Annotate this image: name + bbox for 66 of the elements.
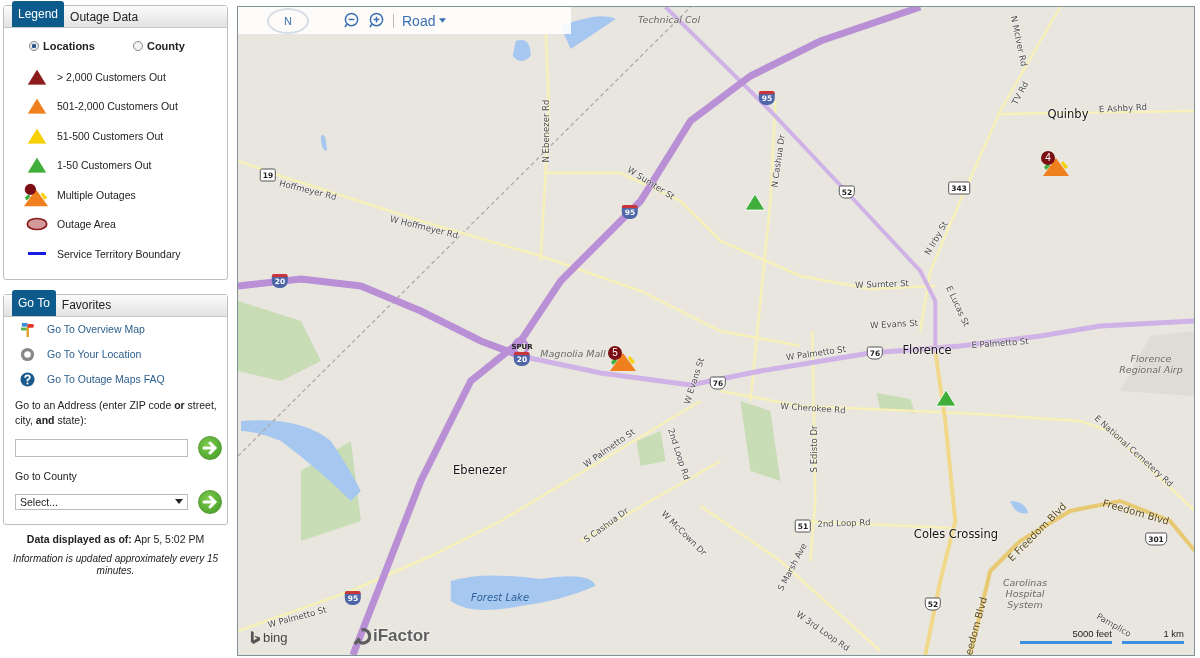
map-style-dropdown[interactable]: Road <box>402 12 447 29</box>
map-label: W Palmetto St <box>266 604 328 630</box>
multiple-outages-icon <box>22 181 50 208</box>
address-input[interactable] <box>15 438 188 457</box>
data-timestamp: Data displayed as of: Apr 5, 5:02 PM <box>25 532 206 545</box>
map-label: W Palmetto St <box>785 343 847 363</box>
outage-marker[interactable] <box>935 389 957 407</box>
go-button[interactable] <box>198 435 222 460</box>
map-label: 2nd Loop Rd <box>817 517 871 529</box>
goto-link[interactable]: Go To Outage Maps FAQ <box>47 373 165 385</box>
map-label: eedom Blvd <box>962 595 990 655</box>
goto-link[interactable]: Go To Your Location <box>47 348 142 360</box>
bing-logo: bing <box>250 630 288 645</box>
zoom-in-icon[interactable] <box>368 12 385 29</box>
signpost-icon <box>20 321 35 337</box>
address-label: Go to an Address (enter ZIP code or street, city, and state): <box>14 397 218 428</box>
legend-label: Multiple Outages <box>57 188 136 201</box>
map-label: Technical Col <box>636 13 702 25</box>
legend-label: 51-500 Customers Out <box>57 129 164 142</box>
legend-label: Outage Area <box>57 218 116 231</box>
radio-label[interactable]: Locations <box>43 40 95 52</box>
radio-button[interactable] <box>29 41 39 51</box>
map-label: W Evans St <box>681 356 707 406</box>
outage-marker[interactable] <box>744 193 766 211</box>
help-icon <box>20 371 35 387</box>
radio-button[interactable] <box>132 41 143 51</box>
panel-tab[interactable]: Favorites <box>57 294 116 316</box>
map-label: Forest Lake <box>470 591 530 603</box>
map-label: W Cherokee Rd <box>780 400 846 416</box>
compass-control[interactable]: N <box>267 7 309 34</box>
caret-icon <box>439 18 447 23</box>
map-label: S Edisto Dr <box>809 425 819 473</box>
county-select[interactable]: Select... <box>15 493 188 510</box>
map-label: Ebenezer <box>453 463 507 477</box>
map-label: N McIver Rd <box>1008 14 1030 68</box>
map-label: Coles Crossing <box>913 527 999 541</box>
legend-label: 1-50 Customers Out <box>57 159 152 172</box>
zoom-out-icon[interactable] <box>343 12 360 29</box>
panel-tab[interactable]: Legend <box>12 1 65 27</box>
legend-label: > 2,000 Customers Out <box>57 70 166 83</box>
legend-label: 501-2,000 Customers Out <box>57 100 178 113</box>
map-label: N Cashua Dr <box>769 133 787 189</box>
map-label: W Sumter St <box>855 278 909 290</box>
go-button[interactable] <box>198 489 222 514</box>
map-label: 2nd Loop Rd <box>666 427 692 481</box>
update-note: Information is updated approximately every 15 minutes. <box>11 551 220 577</box>
radio-label[interactable]: County <box>146 40 185 52</box>
map-label: E Ashby Rd <box>1098 101 1148 115</box>
panel-tab[interactable]: Go To <box>12 289 56 316</box>
county-label: Go to County <box>14 468 78 482</box>
map-label: TV Rd <box>1009 79 1031 107</box>
map-label: Florence Regional Airp <box>1118 353 1184 375</box>
map-label: Florence <box>902 343 952 357</box>
ifactor-logo: iFactor <box>352 626 430 646</box>
map-label: Magnolia Mall <box>539 347 607 359</box>
map-label: Quinby <box>1047 107 1089 121</box>
map-label: E Palmetto St <box>971 336 1029 350</box>
goto-link[interactable]: Go To Overview Map <box>47 323 145 335</box>
caret-icon <box>175 499 183 504</box>
location-icon <box>20 346 35 362</box>
map-label: Carolinas Hospital System <box>1001 576 1049 610</box>
legend-label: Service Territory Boundary <box>57 247 181 260</box>
map-label: W Evans St <box>869 317 919 331</box>
map-label: N Ebenezer Rd <box>541 99 551 163</box>
panel-tab[interactable]: Outage Data <box>66 6 143 27</box>
map-label: E Lucas St <box>944 284 972 328</box>
